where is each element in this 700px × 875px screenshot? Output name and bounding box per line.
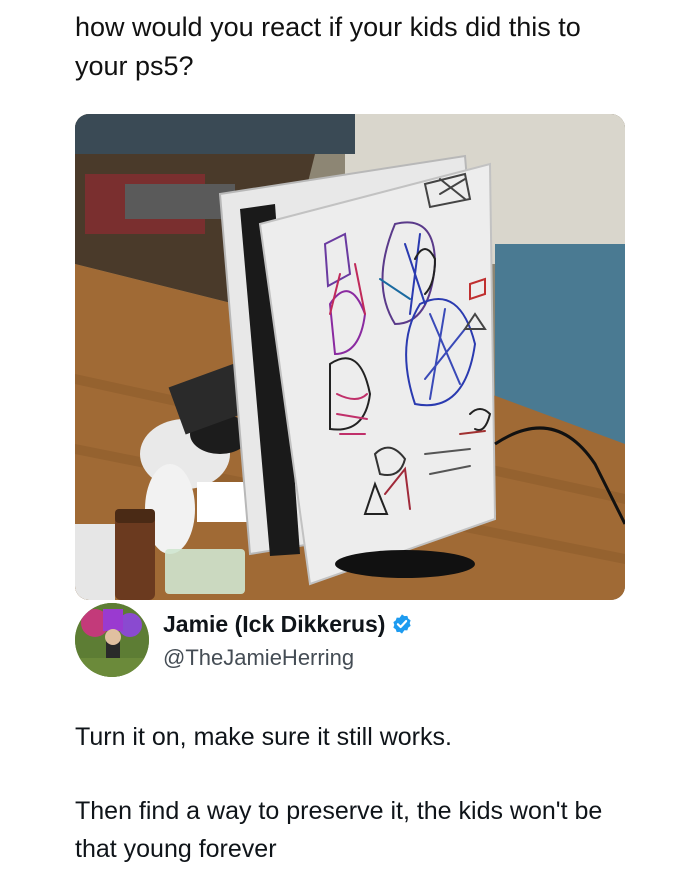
author-display-name[interactable]: Jamie (Ick Dikkerus) (163, 611, 385, 638)
reply-line-1: Turn it on, make sure it still works. (75, 723, 452, 751)
post-photo[interactable] (75, 114, 625, 600)
ps5-drawing-photo (75, 114, 625, 600)
avatar-image (75, 603, 149, 677)
reply-line-2: Then find a way to preserve it, the kids… (75, 797, 603, 863)
post-question-text: how would you react if your kids did thi… (75, 12, 581, 81)
author-handle[interactable]: @TheJamieHerring (163, 645, 413, 671)
reply-author[interactable]: Jamie (Ick Dikkerus) @TheJamieHerring (75, 603, 635, 679)
user-avatar[interactable] (75, 603, 149, 677)
verified-badge-icon (393, 614, 412, 634)
